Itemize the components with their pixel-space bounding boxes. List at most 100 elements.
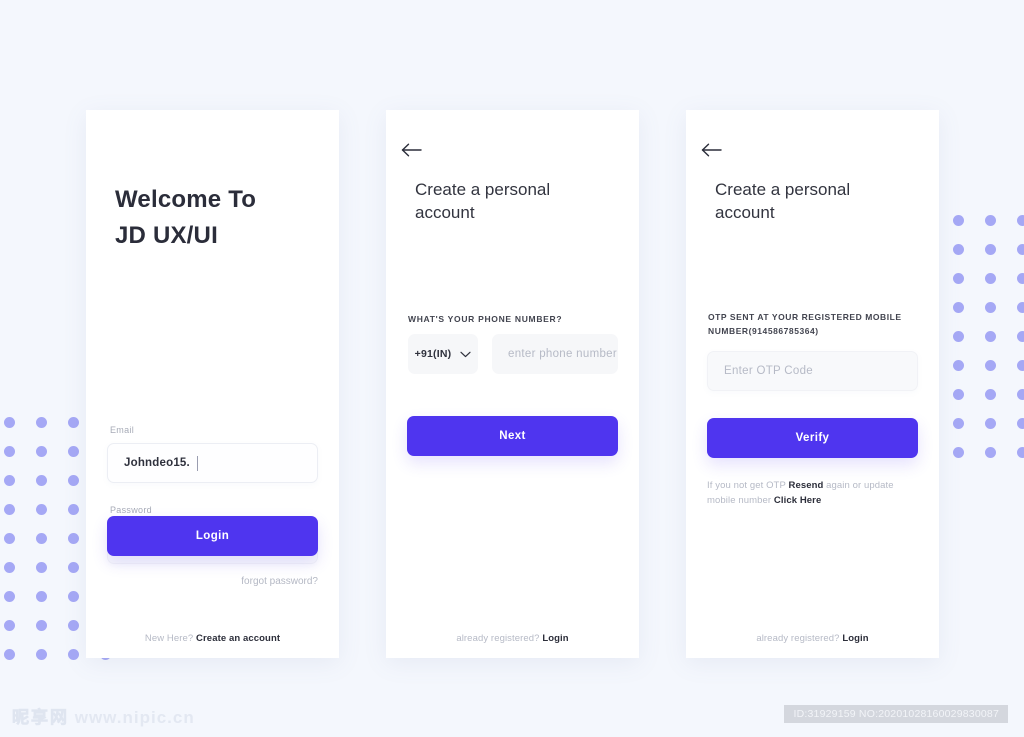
phone-footer: already registered? Login <box>386 633 639 644</box>
watermark-id-badge: ID:31929159 NO:20201028160029830087 <box>784 705 1008 723</box>
email-field-label: Email <box>110 425 135 435</box>
decorative-dot <box>68 475 79 486</box>
screen-otp: Create a personal account OTP SENT AT YO… <box>686 110 939 658</box>
decorative-dot <box>1017 244 1024 255</box>
login-footer-text: New Here? <box>144 633 194 644</box>
decorative-dot <box>1017 273 1024 284</box>
decorative-dot <box>1017 447 1024 458</box>
decorative-dot <box>953 273 964 284</box>
email-field[interactable]: Johndeo15. <box>107 443 318 483</box>
page-title-line2: account <box>415 203 475 222</box>
decorative-dot <box>4 533 15 544</box>
screen-phone-number: Create a personal account WHAT'S YOUR PH… <box>386 110 639 658</box>
otp-help-prefix: If you not get OTP <box>707 480 786 491</box>
resend-otp-link[interactable]: Resend <box>788 480 823 491</box>
decorative-dot <box>4 620 15 631</box>
decorative-dot <box>68 533 79 544</box>
decorative-dot <box>36 649 47 660</box>
login-link[interactable]: Login <box>842 633 868 644</box>
watermark-logo-url: www.nipic.cn <box>74 708 195 727</box>
decorative-dot <box>985 447 996 458</box>
decorative-dot <box>68 417 79 428</box>
decorative-dot <box>68 562 79 573</box>
decorative-dot <box>953 389 964 400</box>
decorative-dot <box>985 273 996 284</box>
welcome-title-line1: Welcome To <box>115 186 257 213</box>
decorative-dot <box>1017 331 1024 342</box>
decorative-dot <box>36 475 47 486</box>
login-link[interactable]: Login <box>542 633 568 644</box>
decorative-dot <box>68 649 79 660</box>
login-button[interactable]: Login <box>107 516 318 556</box>
country-code-select[interactable]: +91(IN) <box>408 334 478 374</box>
page-title: Welcome To JD UX/UI <box>115 182 325 254</box>
decorative-dot <box>4 649 15 660</box>
phone-number-placeholder: enter phone number <box>508 348 617 360</box>
decorative-dot <box>36 446 47 457</box>
decorative-dot <box>953 215 964 226</box>
decorative-dot <box>1017 418 1024 429</box>
decorative-dot <box>36 533 47 544</box>
decorative-dot <box>36 620 47 631</box>
decorative-dot <box>985 389 996 400</box>
decorative-dot <box>953 244 964 255</box>
welcome-title-line2: JD UX/UI <box>115 222 218 249</box>
phone-number-input[interactable]: enter phone number <box>492 334 618 374</box>
otp-sent-note: OTP SENT AT YOUR REGISTERED MOBILE NUMBE… <box>708 310 908 338</box>
login-footer: New Here? Create an account <box>86 633 339 644</box>
decorative-dot <box>953 302 964 313</box>
forgot-password-link[interactable]: forgot password? <box>241 576 318 587</box>
decorative-dot <box>985 302 996 313</box>
decorative-dot <box>985 360 996 371</box>
arrow-left-icon <box>401 142 423 158</box>
decorative-dot <box>36 591 47 602</box>
decorative-dot <box>4 591 15 602</box>
click-here-link[interactable]: Click Here <box>774 495 821 506</box>
decorative-dot <box>68 446 79 457</box>
decorative-dot <box>68 620 79 631</box>
decorative-dot <box>985 215 996 226</box>
page-title-line1: Create a personal <box>415 180 551 199</box>
decorative-dot <box>953 418 964 429</box>
page-title-line1: Create a personal <box>715 180 851 199</box>
back-button[interactable] <box>397 138 427 162</box>
decorative-dot <box>1017 389 1024 400</box>
watermark-bar: 昵享网 www.nipic.cn ID:31929159 NO:20201028… <box>0 695 1024 737</box>
back-button[interactable] <box>697 138 727 162</box>
chevron-down-icon <box>460 345 471 363</box>
decorative-dot <box>36 417 47 428</box>
decorative-dot <box>4 417 15 428</box>
otp-help-text: If you not get OTP Resend again or updat… <box>707 478 919 508</box>
country-code-value: +91(IN) <box>414 348 452 360</box>
decorative-dot <box>1017 302 1024 313</box>
decorative-dot <box>4 475 15 486</box>
decorative-dot <box>953 360 964 371</box>
decorative-dot <box>1017 215 1024 226</box>
otp-note-line2: NUMBER(914586785364) <box>708 326 819 336</box>
otp-code-placeholder: Enter OTP Code <box>724 365 814 377</box>
decorative-dot <box>1017 360 1024 371</box>
decorative-dot <box>68 591 79 602</box>
otp-note-line1: OTP SENT AT YOUR REGISTERED MOBILE <box>708 312 902 322</box>
verify-button[interactable]: Verify <box>707 418 918 458</box>
page-title: Create a personal account <box>415 178 595 224</box>
email-field-value: Johndeo15. <box>124 457 190 469</box>
page-title: Create a personal account <box>715 178 895 224</box>
arrow-left-icon <box>701 142 723 158</box>
decorative-dot <box>36 504 47 515</box>
decorative-dot <box>36 562 47 573</box>
phone-section-label: WHAT'S YOUR PHONE NUMBER? <box>408 314 563 324</box>
decorative-dot <box>4 562 15 573</box>
next-button[interactable]: Next <box>407 416 618 456</box>
watermark-logo-cn: 昵享网 <box>12 708 69 729</box>
otp-code-input[interactable]: Enter OTP Code <box>707 351 918 391</box>
decorative-dot <box>4 504 15 515</box>
decorative-dot <box>985 418 996 429</box>
create-account-link[interactable]: Create an account <box>196 633 280 644</box>
otp-footer: already registered? Login <box>686 633 939 644</box>
otp-footer-text: already registered? <box>756 633 840 644</box>
screen-login: Welcome To JD UX/UI Email Johndeo15. Pas… <box>86 110 339 658</box>
password-field-label: Password <box>110 505 152 515</box>
decorative-dot <box>4 446 15 457</box>
watermark-logo: 昵享网 www.nipic.cn <box>12 703 195 729</box>
